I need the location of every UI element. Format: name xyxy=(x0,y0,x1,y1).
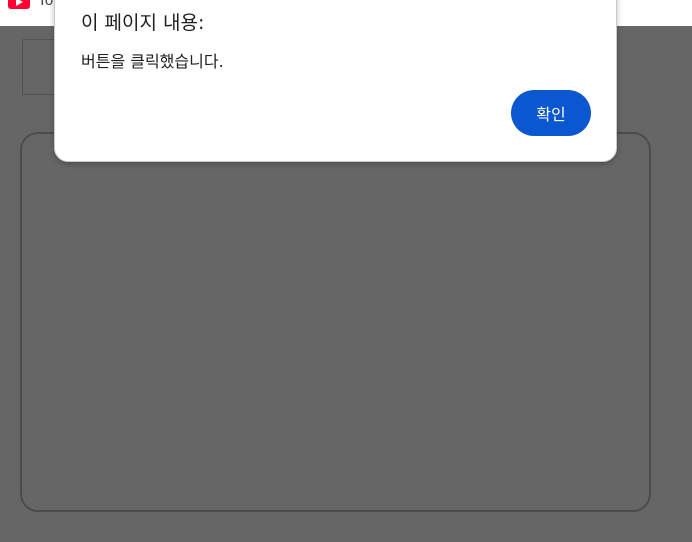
dialog-message: 버튼을 클릭했습니다. xyxy=(81,52,224,71)
ok-button[interactable]: 확인 xyxy=(511,90,591,136)
youtube-icon xyxy=(8,0,30,9)
alert-dialog: 이 페이지 내용: 버튼을 클릭했습니다. 확인 xyxy=(54,0,617,162)
tab-title[interactable]: Yo xyxy=(38,0,53,9)
dialog-title: 이 페이지 내용: xyxy=(81,12,205,34)
